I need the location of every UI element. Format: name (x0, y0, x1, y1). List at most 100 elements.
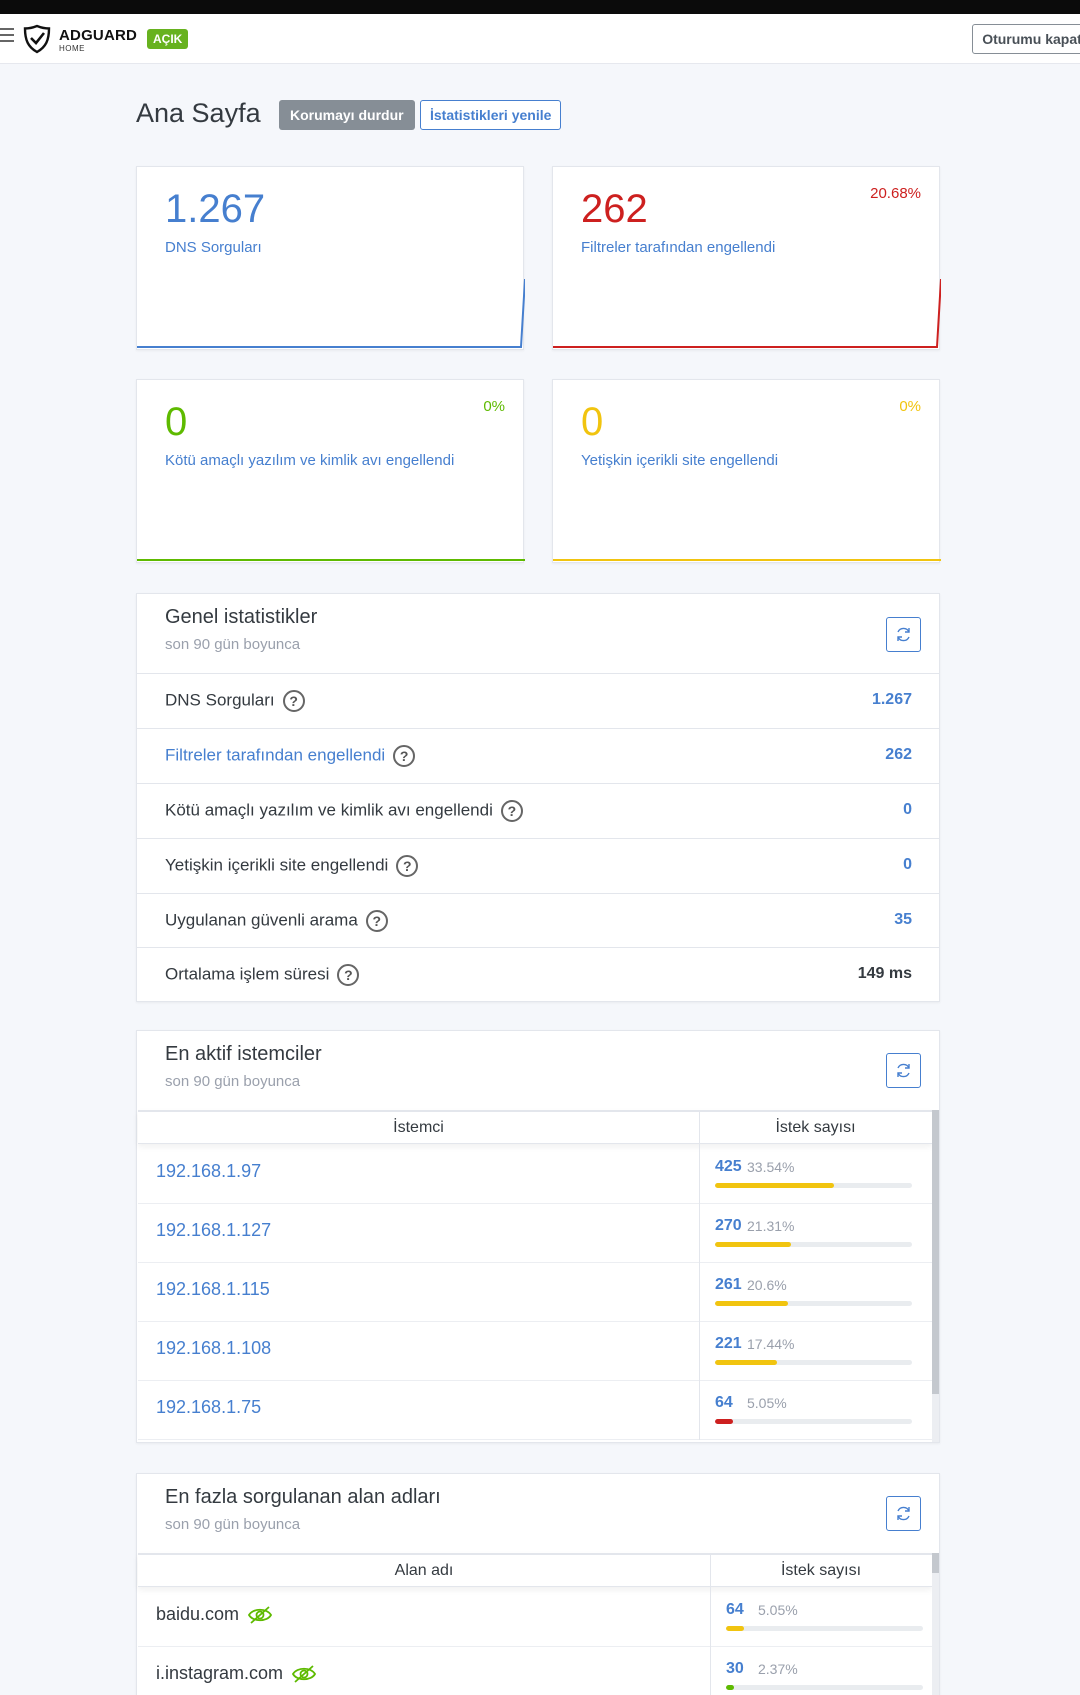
adult-blocked-value: 0 (581, 400, 604, 444)
column-header-count[interactable]: İstek sayısı (710, 1562, 932, 1580)
stat-row-label: Uygulanan güvenli arama (165, 910, 358, 930)
dns-queries-card: 1.267 DNS Sorguları (136, 166, 525, 350)
request-progress-bar (715, 1419, 912, 1424)
request-progress-fill (726, 1685, 735, 1690)
top-domains-subtitle: son 90 gün boyunca (165, 1516, 301, 1533)
malware-blocked-label: Kötü amaçlı yazılım ve kimlik avı engell… (165, 452, 455, 469)
request-progress-bar (726, 1626, 923, 1631)
table-row: 192.168.1.75 64 5.05% (138, 1381, 932, 1440)
request-count: 64 (726, 1601, 744, 1618)
request-count: 425 (715, 1158, 742, 1175)
stat-row-label: Kötü amaçlı yazılım ve kimlik avı engell… (165, 800, 493, 820)
refresh-icon (897, 1506, 910, 1521)
brand-name: ADGUARD (59, 27, 138, 44)
client-ip-link[interactable]: 192.168.1.115 (156, 1279, 270, 1299)
table-row: 192.168.1.108 221 17.44% (138, 1322, 932, 1381)
request-progress-bar (715, 1360, 912, 1365)
table-row: 192.168.1.115 261 20.6% (138, 1263, 932, 1322)
client-ip-link[interactable]: 192.168.1.108 (156, 1338, 271, 1358)
client-ip-link[interactable]: 192.168.1.97 (156, 1161, 261, 1181)
stat-row-value: 0 (903, 856, 912, 873)
clients-scrollbar-thumb[interactable] (932, 1110, 939, 1394)
brand-subtitle: HOME (59, 44, 85, 53)
table-row: 192.168.1.127 270 21.31% (138, 1204, 932, 1263)
help-icon[interactable]: ? (396, 855, 419, 877)
adult-blocked-label: Yetişkin içerikli site engellendi (581, 452, 779, 469)
refresh-icon (897, 1063, 910, 1078)
request-progress-fill (715, 1419, 733, 1424)
stat-row-value: 35 (894, 911, 912, 928)
request-count: 261 (715, 1276, 742, 1293)
clients-refresh-button[interactable] (886, 1053, 921, 1088)
request-count: 221 (715, 1335, 742, 1352)
protection-status-badge: AÇIK (147, 29, 189, 49)
client-ip-link[interactable]: 192.168.1.75 (156, 1397, 261, 1417)
stat-row-label[interactable]: Filtreler tarafından engellendi (165, 745, 385, 764)
help-icon[interactable]: ? (282, 690, 305, 712)
request-percent: 33.54% (747, 1159, 795, 1175)
column-header-domain[interactable]: Alan adı (138, 1562, 710, 1580)
stat-row-avg-processing-time: Ortalama işlem süresi? 149 ms (137, 947, 939, 1001)
domains-scrollbar-thumb[interactable] (932, 1553, 939, 1573)
request-percent: 5.05% (758, 1602, 798, 1618)
column-header-client[interactable]: İstemci (138, 1119, 699, 1137)
table-row: 192.168.1.97 425 33.54% (138, 1145, 932, 1204)
request-progress-fill (715, 1242, 791, 1247)
help-icon[interactable]: ? (393, 745, 416, 767)
request-count: 270 (715, 1217, 742, 1234)
malware-blocked-value: 0 (165, 400, 188, 444)
block-domain-eye-icon[interactable] (247, 1605, 273, 1625)
domain-name: i.instagram.com (156, 1663, 284, 1683)
logout-button[interactable]: Oturumu kapat (972, 24, 1080, 54)
help-icon[interactable]: ? (337, 964, 360, 986)
block-domain-eye-icon[interactable] (291, 1664, 317, 1684)
request-progress-fill (726, 1626, 744, 1631)
menu-icon[interactable] (0, 28, 14, 42)
request-progress-bar (715, 1242, 912, 1247)
request-progress-fill (715, 1183, 834, 1188)
help-icon[interactable]: ? (365, 910, 388, 932)
general-statistics-subtitle: son 90 gün boyunca (165, 636, 301, 653)
top-clients-subtitle: son 90 gün boyunca (165, 1073, 301, 1090)
stat-row-filter-blocked[interactable]: Filtreler tarafından engellendi? 262 (137, 728, 939, 782)
domains-refresh-button[interactable] (886, 1496, 921, 1531)
request-progress-fill (715, 1301, 789, 1306)
adult-blocked-percent: 0% (899, 398, 921, 415)
filter-blocked-card: 262 Filtreler tarafından engellendi 20.6… (552, 166, 941, 350)
malware-blocked-sparkline (137, 559, 525, 561)
stat-row-label: Yetişkin içerikli site engellendi (165, 855, 389, 875)
clients-table: İstemci İstek sayısı 192.168.1.97 425 33.5… (138, 1110, 939, 1442)
clients-table-header: İstemci İstek sayısı (138, 1110, 932, 1146)
refresh-icon (897, 627, 910, 642)
filter-blocked-percent: 20.68% (870, 185, 921, 202)
request-progress-fill (715, 1360, 777, 1365)
help-icon[interactable]: ? (500, 800, 523, 822)
filter-blocked-value: 262 (581, 187, 648, 231)
domains-table-header: Alan adı İstek sayısı (138, 1553, 932, 1589)
dns-queries-label: DNS Sorguları (165, 239, 262, 256)
request-progress-bar (715, 1301, 912, 1306)
dns-queries-sparkline (137, 278, 525, 348)
request-percent: 21.31% (747, 1218, 795, 1234)
column-header-count[interactable]: İstek sayısı (699, 1119, 932, 1137)
filter-blocked-label: Filtreler tarafından engellendi (581, 239, 776, 256)
stat-row-value: 149 ms (857, 965, 912, 982)
refresh-statistics-button[interactable]: İstatistikleri yenile (420, 100, 562, 130)
page-title: Ana Sayfa (136, 98, 261, 128)
stat-row-malware-blocked: Kötü amaçlı yazılım ve kimlik avı engell… (137, 783, 939, 837)
client-ip-link[interactable]: 192.168.1.127 (156, 1220, 271, 1240)
app-header: ADGUARD HOME AÇIK Oturumu kapat (0, 14, 1080, 64)
stat-row-adult-blocked: Yetişkin içerikli site engellendi? 0 (137, 838, 939, 892)
stop-protection-button[interactable]: Korumayı durdur (279, 100, 415, 130)
general-refresh-button[interactable] (886, 617, 921, 652)
adult-blocked-card: 0 Yetişkin içerikli site engellendi 0% (552, 379, 941, 563)
stat-row-label: DNS Sorguları (165, 690, 275, 710)
request-percent: 2.37% (758, 1661, 798, 1677)
domains-scrollbar[interactable] (932, 1553, 939, 1695)
malware-blocked-percent: 0% (483, 398, 505, 415)
request-percent: 17.44% (747, 1336, 795, 1352)
table-row: i.instagram.com 30 2.37% (138, 1647, 932, 1695)
adguard-logo-icon (23, 24, 51, 54)
stat-row-dns-queries: DNS Sorguları? 1.267 (137, 673, 939, 727)
request-percent: 5.05% (747, 1395, 787, 1411)
